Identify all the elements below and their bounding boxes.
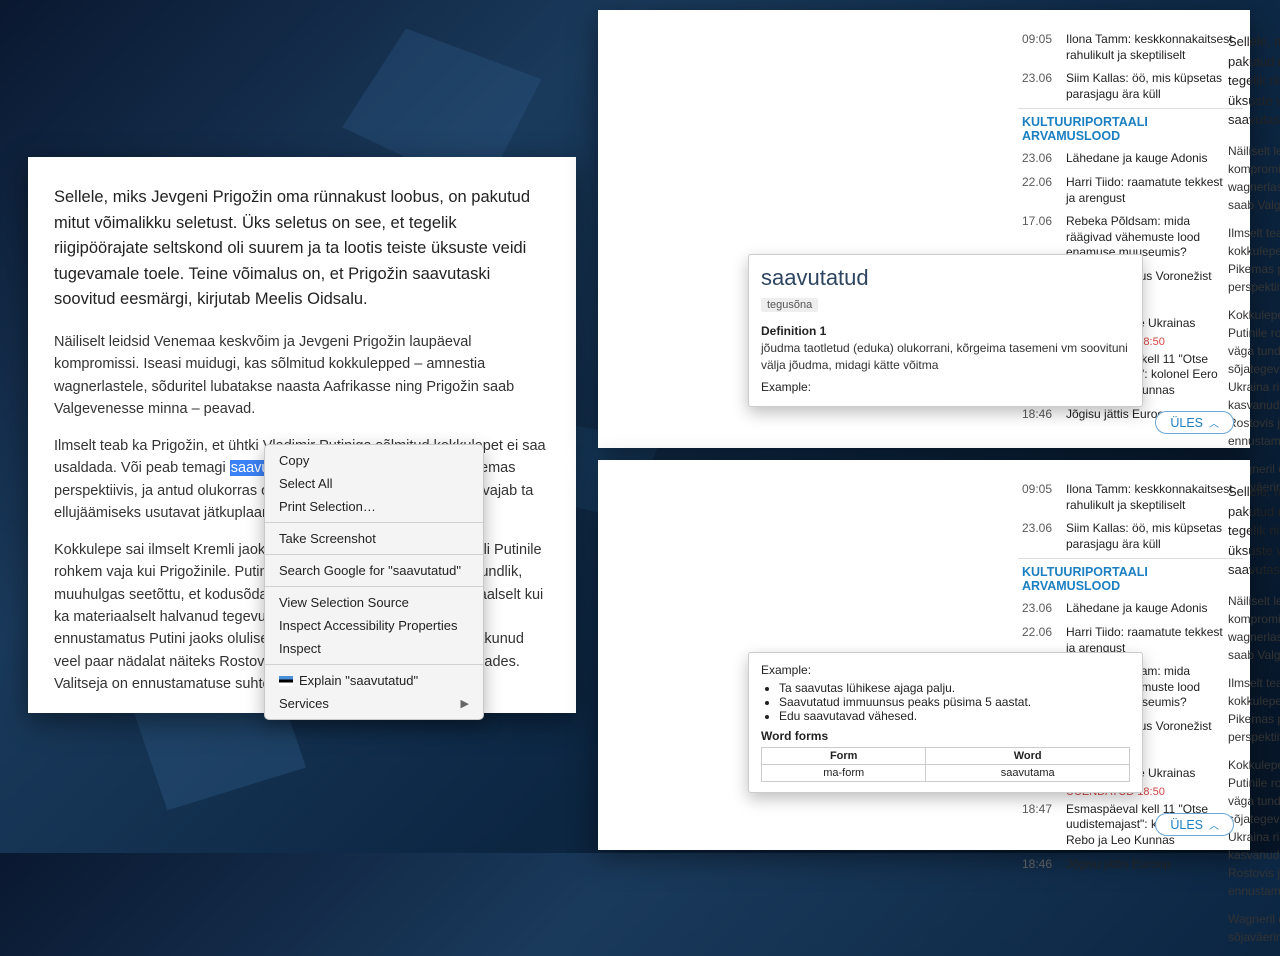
ctx-print[interactable]: Print Selection… — [265, 495, 483, 518]
list-item[interactable]: 09:05Ilona Tamm: keskkonnakaitsest rahul… — [1018, 28, 1243, 67]
list-item[interactable]: 23.06Siim Kallas: öö, mis küpsetas paras… — [1018, 517, 1243, 556]
estonia-flag-icon — [279, 676, 293, 686]
th-form: Form — [762, 748, 926, 765]
sidebar-heading: KULTUURIPORTAALI ARVAMUSLOOD — [1018, 558, 1243, 597]
context-menu: Copy Select All Print Selection… Take Sc… — [264, 444, 484, 720]
list-item[interactable]: 23.06Lähedane ja kauge Adonis — [1018, 147, 1243, 171]
td-form: ma-form — [762, 765, 926, 782]
chevron-up-icon: ︿ — [1209, 415, 1219, 430]
ctx-search-google[interactable]: Search Google for "saavutatud" — [265, 559, 483, 582]
article-lead: Sellele, miks Jevgeni Prigožin oma rünna… — [54, 185, 550, 313]
def-pos-tag: tegusõna — [761, 298, 818, 312]
chevron-right-icon: ▶ — [461, 697, 469, 710]
p3-para4: Wagneril õnnestus Doni-äärse Rostovi – k… — [1228, 910, 1280, 946]
scroll-up-button[interactable]: ÜLES︿ — [1155, 411, 1234, 434]
ctx-inspect[interactable]: Inspect — [265, 637, 483, 660]
td-word: saavutama — [926, 765, 1130, 782]
list-item[interactable]: 22.06Harri Tiido: raamatute tekkest ja a… — [1018, 171, 1243, 210]
def-word: saavutatud — [761, 265, 1130, 291]
right-panel-definition: Sellele, miks Jevgeni Prigožin oma rünna… — [598, 10, 1250, 448]
ctx-screenshot[interactable]: Take Screenshot — [265, 527, 483, 550]
wordforms-label: Word forms — [761, 729, 1130, 743]
ctx-select-all[interactable]: Select All — [265, 472, 483, 495]
examples-popup: Example: Ta saavutas lühikese ajaga palj… — [748, 652, 1143, 793]
def-example-label: Example: — [761, 380, 1130, 394]
th-word: Word — [926, 748, 1130, 765]
sidebar-heading: KULTUURIPORTAALI ARVAMUSLOOD — [1018, 108, 1243, 147]
definition-popup: saavutatud tegusõna Definition 1 jõudma … — [748, 254, 1143, 407]
example-item: Edu saavutavad vähesed. — [779, 709, 1130, 723]
scroll-up-button[interactable]: ÜLES︿ — [1155, 813, 1234, 836]
ctx-inspect-a11y[interactable]: Inspect Accessibility Properties — [265, 614, 483, 637]
article-para-1: Näiliselt leidsid Venemaa keskvõim ja Je… — [54, 331, 550, 421]
wordforms-table: FormWord ma-formsaavutama — [761, 747, 1130, 782]
right-panel-examples: Sellele, miks Jevgeni Prigožin oma rünna… — [598, 460, 1250, 850]
ex-label: Example: — [761, 663, 1130, 677]
ctx-services[interactable]: Services▶ — [265, 692, 483, 715]
ctx-explain[interactable]: Explain "saavutatud" — [265, 669, 483, 692]
ctx-copy[interactable]: Copy — [265, 449, 483, 472]
def-heading: Definition 1 — [761, 324, 1130, 338]
list-item[interactable]: 23.06Siim Kallas: öö, mis küpsetas paras… — [1018, 67, 1243, 106]
example-item: Ta saavutas lühikese ajaga palju. — [779, 681, 1130, 695]
list-item[interactable]: 23.06Lähedane ja kauge Adonis — [1018, 597, 1243, 621]
example-item: Saavutatud immuunsus peaks püsima 5 aast… — [779, 695, 1130, 709]
chevron-up-icon: ︿ — [1209, 817, 1219, 832]
list-item[interactable]: 09:05Ilona Tamm: keskkonnakaitsest rahul… — [1018, 478, 1243, 517]
ctx-view-source[interactable]: View Selection Source — [265, 591, 483, 614]
example-list: Ta saavutas lühikese ajaga palju. Saavut… — [779, 681, 1130, 723]
def-text: jõudma taotletud (eduka) olukorrani, kõr… — [761, 340, 1130, 374]
list-item[interactable]: 18:46Jõgisu jättis Euroop — [1018, 853, 1243, 877]
